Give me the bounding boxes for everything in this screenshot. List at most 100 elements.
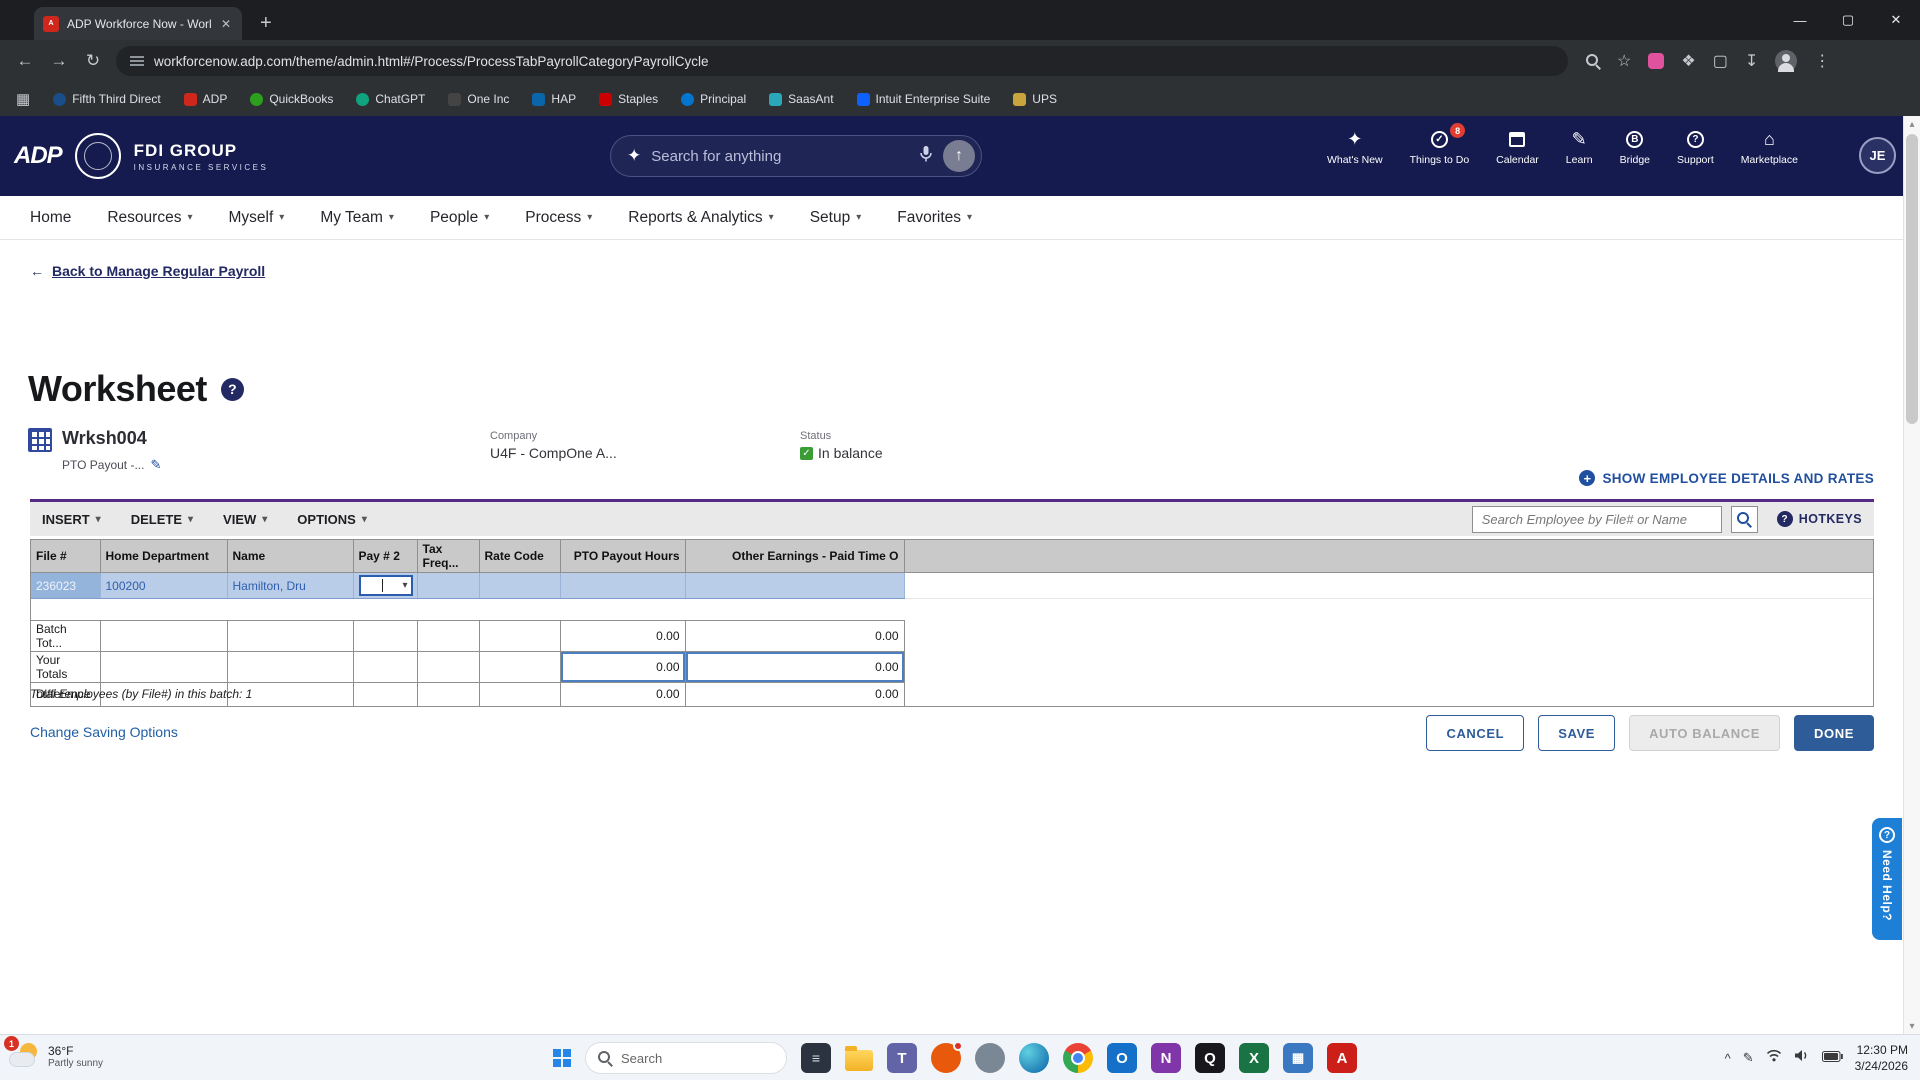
url-bar[interactable]: workforcenow.adp.com/theme/admin.html#/P… [116,46,1568,76]
change-saving-options-link[interactable]: Change Saving Options [30,724,178,740]
extensions-puzzle-icon[interactable]: ❖ [1681,51,1695,71]
your-pto-total-input[interactable]: 0.00 [560,652,685,683]
bookmark-star-icon[interactable]: ☆ [1617,51,1631,71]
window-minimize-button[interactable]: — [1776,0,1824,40]
pink-extension-icon[interactable] [1648,53,1664,69]
cell-name[interactable]: Hamilton, Dru [227,573,353,599]
onenote-icon[interactable]: N [1151,1043,1181,1073]
notes-app-icon[interactable]: ≡ [801,1043,831,1073]
bookmark-quickbooks[interactable]: QuickBooks [250,92,333,106]
dropdown-caret-icon[interactable]: ▾ [402,580,407,591]
user-avatar[interactable]: JE [1859,137,1896,174]
microphone-icon[interactable] [919,145,933,168]
scroll-up-icon[interactable]: ▴ [1904,116,1920,132]
q-app-icon[interactable]: Q [1195,1043,1225,1073]
new-tab-button[interactable]: + [260,8,272,38]
bookmark-ups[interactable]: UPS [1013,92,1057,106]
start-button[interactable] [553,1049,571,1067]
cell-pto-hours[interactable] [560,573,685,599]
cell-rate-code[interactable] [479,573,560,599]
acrobat-icon[interactable]: A [1327,1043,1357,1073]
tab-search-icon[interactable] [1586,54,1600,68]
gray-app-icon[interactable] [975,1043,1005,1073]
taskbar-clock[interactable]: 12:30 PM 3/24/2026 [1855,1042,1908,1074]
cancel-button[interactable]: CANCEL [1426,715,1524,751]
cell-other-earnings[interactable] [685,573,904,599]
browser-profile-icon[interactable] [1775,50,1797,72]
learn-button[interactable]: ✎ Learn [1566,129,1593,166]
back-to-manage-payroll-link[interactable]: ← Back to Manage Regular Payroll [30,263,265,279]
your-other-total-input[interactable]: 0.00 [685,652,904,683]
calendar-button[interactable]: Calendar [1496,129,1539,166]
nav-process[interactable]: Process▾ [525,209,592,227]
browser-tab[interactable]: A ADP Workforce Now - Workshe... ✕ [34,7,242,40]
page-scrollbar[interactable]: ▴ ▾ [1903,116,1920,1034]
save-button[interactable]: SAVE [1538,715,1615,751]
bookmark-chatgpt[interactable]: ChatGPT [356,92,425,106]
bookmark-principal[interactable]: Principal [681,92,746,106]
bookmark-staples[interactable]: Staples [599,92,658,106]
bookmark-one-inc[interactable]: One Inc [448,92,509,106]
scroll-down-icon[interactable]: ▾ [1904,1018,1920,1034]
tray-expand-icon[interactable]: ^ [1725,1051,1731,1066]
battery-icon[interactable] [1822,1049,1843,1067]
site-settings-icon[interactable] [130,56,144,66]
options-button[interactable]: OPTIONS▾ [297,512,367,527]
marketplace-button[interactable]: ⌂ Marketplace [1741,129,1798,166]
scrollbar-thumb[interactable] [1906,134,1918,424]
cell-file-number[interactable]: 236023 [31,573,100,599]
cell-home-department[interactable]: 100200 [100,573,227,599]
nav-setup[interactable]: Setup▾ [810,209,862,227]
tab-close-icon[interactable]: ✕ [219,17,233,31]
employee-search-button[interactable] [1731,506,1758,533]
browser-back-icon[interactable]: ← [10,51,40,71]
show-employee-details-link[interactable]: + SHOW EMPLOYEE DETAILS AND RATES [1579,470,1874,486]
orange-app-icon[interactable] [931,1043,961,1073]
weather-widget[interactable]: 1 36°F Partly sunny [8,1040,103,1072]
browser-box-icon[interactable]: ▢ [1713,51,1728,71]
bookmark-saasant[interactable]: SaasAnt [769,92,833,106]
cell-tax-freq[interactable] [417,573,479,599]
global-search[interactable]: ✦ ↑ [610,135,982,177]
wifi-icon[interactable] [1766,1049,1782,1067]
browser-reload-icon[interactable]: ↻ [78,51,108,71]
bookmark-fifth-third[interactable]: Fifth Third Direct [53,92,160,106]
support-button[interactable]: ? Support [1677,129,1714,166]
bookmark-adp[interactable]: ADP [184,92,228,106]
chrome-icon[interactable] [1063,1043,1093,1073]
worksheet-help-icon[interactable]: ? [221,378,244,401]
need-help-tab[interactable]: ? Need Help? [1872,818,1902,940]
nav-favorites[interactable]: Favorites▾ [897,209,972,227]
apps-grid-icon[interactable]: ▦ [16,90,30,108]
nav-people[interactable]: People▾ [430,209,489,227]
nav-resources[interactable]: Resources▾ [107,209,192,227]
bookmark-intuit[interactable]: Intuit Enterprise Suite [857,92,991,106]
global-search-input[interactable] [651,148,909,165]
bookmark-hap[interactable]: HAP [532,92,576,106]
nav-reports-analytics[interactable]: Reports & Analytics▾ [628,209,773,227]
nav-my-team[interactable]: My Team▾ [320,209,394,227]
things-to-do-button[interactable]: 8 ✓ Things to Do [1410,129,1470,166]
pen-icon[interactable]: ✎ [1743,1050,1754,1066]
whats-new-button[interactable]: ✦ What's New [1327,129,1383,166]
taskbar-search[interactable]: Search [585,1042,787,1074]
nav-myself[interactable]: Myself▾ [228,209,284,227]
downloads-icon[interactable]: ↧ [1745,51,1758,71]
outlook-icon[interactable]: O [1107,1043,1137,1073]
done-button[interactable]: DONE [1794,715,1874,751]
hotkeys-button[interactable]: ? HOTKEYS [1777,511,1862,527]
edit-pencil-icon[interactable]: ✎ [150,457,161,473]
browser-forward-icon[interactable]: → [44,51,74,71]
teams-icon[interactable]: T [887,1043,917,1073]
pay-2-dropdown[interactable]: ▾ [359,575,413,596]
search-submit-button[interactable]: ↑ [943,140,975,172]
insert-button[interactable]: INSERT▾ [42,512,101,527]
view-button[interactable]: VIEW▾ [223,512,267,527]
employee-search-input[interactable] [1472,506,1722,533]
delete-button[interactable]: DELETE▾ [131,512,193,527]
window-close-button[interactable]: ✕ [1872,0,1920,40]
excel-icon[interactable]: X [1239,1043,1269,1073]
brand-logo[interactable]: ADP FDI GROUP INSURANCE SERVICES [14,133,268,179]
nav-home[interactable]: Home [30,209,71,227]
browser-menu-icon[interactable]: ⋮ [1814,51,1830,71]
